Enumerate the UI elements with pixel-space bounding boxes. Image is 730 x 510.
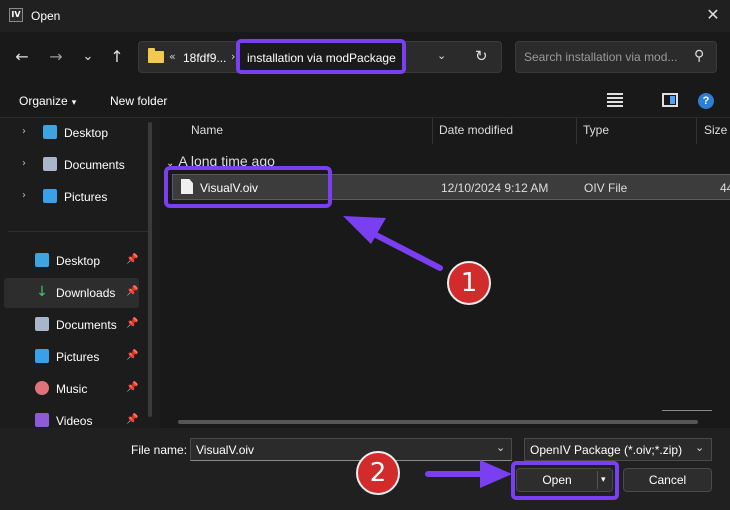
file-name-input[interactable] <box>196 442 486 458</box>
videos-icon <box>35 413 49 427</box>
file-date-modified: 12/10/2024 9:12 AM <box>441 181 549 195</box>
overflow-chevron-icon[interactable]: « <box>169 50 176 63</box>
file-name-label: File name: <box>131 443 188 457</box>
column-header-type[interactable]: Type <box>583 123 609 137</box>
pictures-icon <box>35 349 49 363</box>
navigation-bar: ← → ⌄ ↑ « 18fdf9... › installation via m… <box>0 32 730 84</box>
expand-chevron-icon[interactable]: › <box>22 158 26 169</box>
music-icon <box>35 381 49 395</box>
column-header-size[interactable]: Size <box>704 123 727 137</box>
column-header-name[interactable]: Name <box>191 123 223 137</box>
address-bar[interactable]: « 18fdf9... › installation via modPackag… <box>138 39 502 74</box>
file-list-pane: Name ⌃ Date modified Type Size ⌄ A long t… <box>160 118 730 428</box>
forward-arrow-icon[interactable]: → <box>45 46 67 68</box>
title-bar: IV Open ✕ <box>0 0 730 32</box>
search-box[interactable]: ⚲ <box>515 41 717 73</box>
expand-chevron-icon[interactable]: › <box>22 190 26 201</box>
refresh-icon[interactable]: ↻ <box>475 47 488 65</box>
breadcrumb-parent[interactable]: 18fdf9... <box>183 51 226 65</box>
up-arrow-icon[interactable]: ↑ <box>106 46 128 68</box>
command-bar: Organize ▾ New folder ? <box>0 84 730 118</box>
breadcrumb-separator-icon: › <box>231 50 236 63</box>
help-icon[interactable]: ? <box>698 93 714 109</box>
quick-access-pictures[interactable]: Pictures 📌 <box>4 342 139 372</box>
pin-icon[interactable]: 📌 <box>126 414 138 425</box>
file-type-dropdown-icon[interactable]: ⌄ <box>695 441 704 454</box>
column-header-date-modified[interactable]: Date modified <box>439 123 513 137</box>
view-options-icon[interactable] <box>607 93 623 107</box>
pin-icon[interactable]: 📌 <box>126 318 138 329</box>
file-name-dropdown-icon[interactable]: ⌄ <box>496 441 505 454</box>
pin-icon[interactable]: 📌 <box>126 286 138 297</box>
sidebar-item-label: Documents <box>64 158 125 172</box>
quick-access-desktop[interactable]: Desktop 📌 <box>4 246 139 276</box>
quick-access-videos[interactable]: Videos 📌 <box>4 406 139 428</box>
sidebar-item-label: Pictures <box>64 190 108 204</box>
back-arrow-icon[interactable]: ← <box>11 46 33 68</box>
organize-label: Organize <box>19 94 68 108</box>
quick-access-downloads[interactable]: ↓ Downloads 📌 <box>4 278 139 308</box>
sidebar-item-documents[interactable]: › Documents <box>4 150 139 180</box>
breadcrumb-current-highlight: installation via modPackage <box>236 39 406 74</box>
sidebar-item-desktop[interactable]: › Desktop <box>4 118 139 148</box>
column-divider[interactable] <box>432 118 433 144</box>
column-divider[interactable] <box>576 118 577 144</box>
quick-access-music[interactable]: Music 📌 <box>4 374 139 404</box>
open-button-highlight <box>511 461 619 500</box>
sidebar-item-label: Downloads <box>56 286 116 300</box>
file-size: 44 <box>720 181 730 195</box>
scroll-indicator-line <box>662 410 712 411</box>
column-divider[interactable] <box>696 118 697 144</box>
sidebar-item-label: Documents <box>56 318 117 332</box>
expand-chevron-icon[interactable]: › <box>22 126 26 137</box>
pin-icon[interactable]: 📌 <box>126 254 138 265</box>
file-highlight-box <box>164 166 332 208</box>
documents-icon <box>43 157 57 171</box>
folder-icon <box>148 48 164 63</box>
sidebar-item-label: Music <box>56 382 88 396</box>
openiv-app-icon: IV <box>9 8 23 22</box>
preview-pane-icon[interactable] <box>662 93 678 107</box>
horizontal-scrollbar[interactable] <box>178 420 698 424</box>
close-button[interactable]: ✕ <box>700 4 726 26</box>
breadcrumb-current[interactable]: installation via modPackage <box>247 51 396 65</box>
navigation-pane: › Desktop › Documents › Pictures Desktop… <box>0 118 160 428</box>
sidebar-item-pictures[interactable]: › Pictures <box>4 182 139 212</box>
desktop-icon <box>35 253 49 267</box>
file-name-combobox[interactable]: ⌄ <box>190 438 512 461</box>
sidebar-scrollbar[interactable] <box>148 122 152 417</box>
downloads-icon: ↓ <box>36 284 48 300</box>
sidebar-item-label: Desktop <box>56 254 101 268</box>
quick-access-documents[interactable]: Documents 📌 <box>4 310 139 340</box>
file-type-select[interactable]: OpenIV Package (*.oiv;*.zip) ⌄ <box>524 438 712 461</box>
file-type-value: OpenIV Package (*.oiv;*.zip) <box>530 443 683 457</box>
recent-locations-icon[interactable]: ⌄ <box>77 46 99 68</box>
desktop-icon <box>43 125 57 139</box>
window-title: Open <box>31 9 61 23</box>
documents-icon <box>35 317 49 331</box>
search-icon[interactable]: ⚲ <box>694 48 704 64</box>
step-2-badge: 2 <box>356 451 400 495</box>
pin-icon[interactable]: 📌 <box>126 350 138 361</box>
new-folder-button[interactable]: New folder <box>110 94 167 108</box>
step-1-badge: 1 <box>447 261 491 305</box>
pin-icon[interactable]: 📌 <box>126 382 138 393</box>
pictures-icon <box>43 189 57 203</box>
sidebar-divider <box>8 231 148 232</box>
organize-dropdown-icon: ▾ <box>71 98 77 108</box>
organize-button[interactable]: Organize ▾ <box>19 94 76 108</box>
sidebar-item-label: Videos <box>56 414 93 428</box>
address-dropdown-icon[interactable]: ⌄ <box>437 49 446 62</box>
file-type: OIV File <box>584 181 628 195</box>
search-input[interactable] <box>524 48 684 66</box>
sidebar-item-label: Pictures <box>56 350 100 364</box>
sidebar-item-label: Desktop <box>64 126 109 140</box>
cancel-button[interactable]: Cancel <box>623 468 712 492</box>
